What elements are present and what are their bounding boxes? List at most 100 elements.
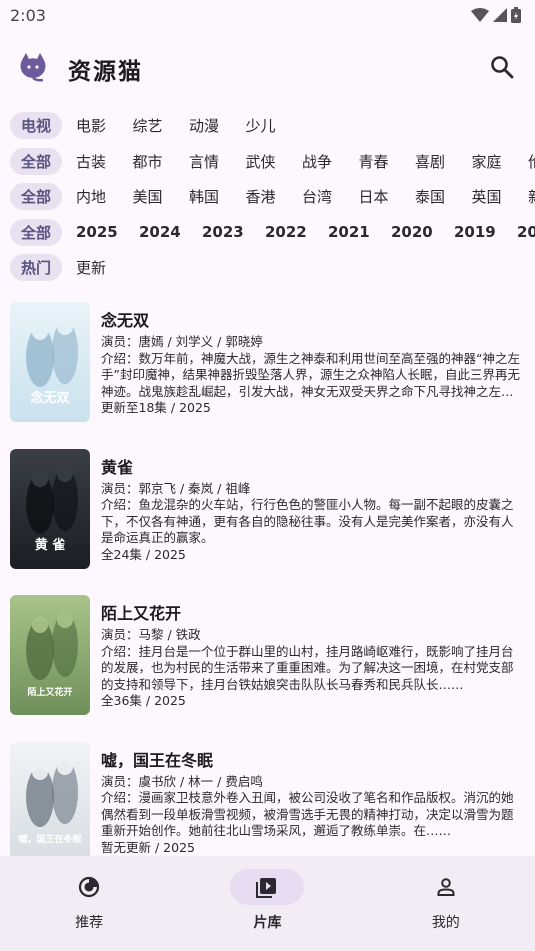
video-title: 黄雀 <box>101 457 134 477</box>
video-item[interactable]: 念无双 念无双 演员：唐嫣 / 刘学义 / 郭晓婷 介绍：数万年前，神魔大战，源生之神… <box>0 300 535 447</box>
video-item[interactable]: 黄 雀 黄雀演员：郭京飞 / 秦岚 / 祖峰 介绍：鱼龙混杂的火车站，行行色色的警匪… <box>0 447 535 594</box>
filter-option[interactable]: 2019 <box>454 223 517 241</box>
app-title: 资源猫 <box>68 58 143 85</box>
video-title: 念无双 <box>101 311 150 330</box>
filter-option[interactable]: 少儿 <box>246 115 303 136</box>
filter-option[interactable]: 台湾 <box>302 186 359 207</box>
filter-option[interactable]: 综艺 <box>133 115 190 136</box>
video-title: 陌上又花开 <box>101 604 182 623</box>
video-item[interactable]: 陌上又花开 陌上又花开 演员：马黎 / 铁政 介绍：挂月台是一个位于群山里的山村，挂月… <box>0 593 535 740</box>
filter-chip-selected[interactable]: 电视 <box>10 112 62 140</box>
bottom-nav: 推荐 片库 我的 <box>0 856 535 951</box>
filter-option[interactable]: 2018 <box>517 223 535 241</box>
poster-title: 嘘，国王在冬眠 <box>18 833 81 845</box>
wifi-icon <box>471 8 489 22</box>
filter-chip-selected[interactable]: 全部 <box>10 218 62 246</box>
filter-option[interactable]: 喜剧 <box>415 151 472 172</box>
filter-option[interactable]: 英国 <box>472 186 529 207</box>
video-list: 念无双 念无双 演员：唐嫣 / 刘学义 / 郭晓婷 介绍：数万年前，神魔大战，源生之神… <box>0 300 535 886</box>
filter-option[interactable]: 言情 <box>189 151 246 172</box>
video-info: 陌上又花开演员：马黎 / 铁政 介绍：挂月台是一个位于群山里的山村，挂月路崎岖难行… <box>101 603 525 710</box>
filter-option[interactable]: 更新 <box>76 257 133 278</box>
filter-chip-selected[interactable]: 全部 <box>10 183 62 211</box>
nav-pill <box>52 869 126 905</box>
poster-title: 陌上又花开 <box>27 686 72 698</box>
video-description: 介绍：挂月台是一个位于群山里的山村，挂月路崎岖难行，既影响了挂月台的发展，也为村… <box>101 643 514 692</box>
filter-row: 热门 更新 <box>0 250 535 286</box>
status-bar: 2:03 <box>0 0 535 30</box>
video-cast: 演员：虞书欣 / 林一 / 费启鸣 <box>101 773 263 789</box>
filter-row: 全部内地美国韩国香港台湾日本泰国英国新加坡 <box>0 179 535 215</box>
search-icon[interactable] <box>487 52 517 82</box>
video-description: 介绍：数万年前，神魔大战，源生之神泰和利用世间至高至强的神器“神之左手”封印魔神… <box>101 350 520 399</box>
video-info: 黄雀演员：郭京飞 / 秦岚 / 祖峰 介绍：鱼龙混杂的火车站，行行色色的警匪小人物… <box>101 457 525 564</box>
video-meta: 更新至18集 / 2025 <box>101 400 211 415</box>
poster-image[interactable]: 黄 雀 <box>10 448 90 569</box>
video-meta: 全36集 / 2025 <box>101 693 186 708</box>
filter-option[interactable]: 香港 <box>246 186 303 207</box>
filter-option[interactable]: 内地 <box>76 186 133 207</box>
filter-options: 更新 <box>76 257 133 278</box>
filter-chip-selected[interactable]: 热门 <box>10 254 62 282</box>
filter-row: 全部古装都市言情武侠战争青春喜剧家庭伦理 <box>0 144 535 180</box>
status-time: 2:03 <box>10 5 46 25</box>
video-title: 嘘，国王在冬眠 <box>101 750 214 770</box>
filter-panel: 电视电影综艺动漫少儿全部古装都市言情武侠战争青春喜剧家庭伦理全部内地美国韩国香港… <box>0 108 535 286</box>
poster-title: 念无双 <box>30 390 69 406</box>
status-icons <box>471 7 521 23</box>
filter-option[interactable]: 家庭 <box>472 151 529 172</box>
library-icon <box>256 878 277 898</box>
recommend-icon <box>79 876 100 898</box>
poster-art: 念无双 <box>10 302 90 422</box>
filter-options: 内地美国韩国香港台湾日本泰国英国新加坡 <box>76 186 535 207</box>
nav-item-profile[interactable]: 我的 <box>357 856 535 951</box>
filter-row: 全部 20252024202320222021202020192018 <box>0 215 535 251</box>
filter-chip-selected[interactable]: 全部 <box>10 147 62 175</box>
filter-option[interactable]: 战争 <box>302 151 359 172</box>
filter-option[interactable]: 新加坡 <box>528 186 535 207</box>
signal-icon <box>493 8 507 22</box>
poster-title: 黄 雀 <box>35 537 66 553</box>
poster-image[interactable]: 嘘，国王在冬眠 <box>10 741 90 862</box>
nav-label-profile: 我的 <box>431 915 460 931</box>
filter-options: 古装都市言情武侠战争青春喜剧家庭伦理 <box>76 151 535 172</box>
nav-pill <box>409 869 483 905</box>
filter-option[interactable]: 古装 <box>76 151 133 172</box>
filter-option[interactable]: 2021 <box>328 223 391 241</box>
filter-option[interactable]: 2022 <box>265 223 328 241</box>
video-cast: 演员：马黎 / 铁政 <box>101 627 201 642</box>
nav-pill <box>230 869 305 905</box>
filter-option[interactable]: 2025 <box>76 223 139 241</box>
video-meta: 全24集 / 2025 <box>101 546 186 562</box>
filter-row: 电视 电影 综艺 动漫 少儿 <box>0 108 535 144</box>
profile-icon <box>437 878 455 896</box>
filter-option[interactable]: 电影 <box>76 115 133 136</box>
filter-option[interactable]: 日本 <box>359 186 416 207</box>
filter-option[interactable]: 青春 <box>359 151 416 172</box>
filter-option[interactable]: 2024 <box>139 223 202 241</box>
video-description: 介绍：漫画家卫枝意外卷入丑闻，被公司没收了笔名和作品版权。消沉的她偶然看到一段单… <box>101 790 514 838</box>
filter-option[interactable]: 美国 <box>133 186 190 207</box>
filter-option[interactable]: 动漫 <box>189 115 246 136</box>
video-cast: 演员：唐嫣 / 刘学义 / 郭晓婷 <box>101 334 263 349</box>
poster-art: 陌上又花开 <box>10 595 90 715</box>
filter-option[interactable]: 伦理 <box>528 151 535 172</box>
filter-option[interactable]: 2023 <box>202 223 265 241</box>
filter-option[interactable]: 都市 <box>133 151 190 172</box>
filter-option[interactable]: 韩国 <box>189 186 246 207</box>
video-description: 介绍：鱼龙混杂的火车站，行行色色的警匪小人物。每一副不起眼的皮囊之下，不仅各有神… <box>101 497 514 545</box>
filter-option[interactable]: 泰国 <box>415 186 472 207</box>
nav-item-recommend[interactable]: 推荐 <box>0 856 178 951</box>
nav-item-library[interactable]: 片库 <box>178 856 356 951</box>
filter-option[interactable]: 武侠 <box>246 151 303 172</box>
video-meta: 暂无更新 / 2025 <box>101 839 195 855</box>
video-info: 嘘，国王在冬眠演员：虞书欣 / 林一 / 费启鸣 介绍：漫画家卫枝意外卷入丑闻，被… <box>101 750 525 857</box>
poster-image[interactable]: 念无双 <box>10 302 90 422</box>
filter-option[interactable]: 2020 <box>391 223 454 241</box>
filter-options: 20252024202320222021202020192018 <box>76 223 535 241</box>
poster-image[interactable]: 陌上又花开 <box>10 595 90 715</box>
video-cast: 演员：郭京飞 / 秦岚 / 祖峰 <box>101 480 251 496</box>
nav-label-library: 片库 <box>253 915 282 931</box>
filter-options: 电影 综艺 动漫 少儿 <box>76 115 302 136</box>
nav-label-recommend: 推荐 <box>75 915 104 931</box>
